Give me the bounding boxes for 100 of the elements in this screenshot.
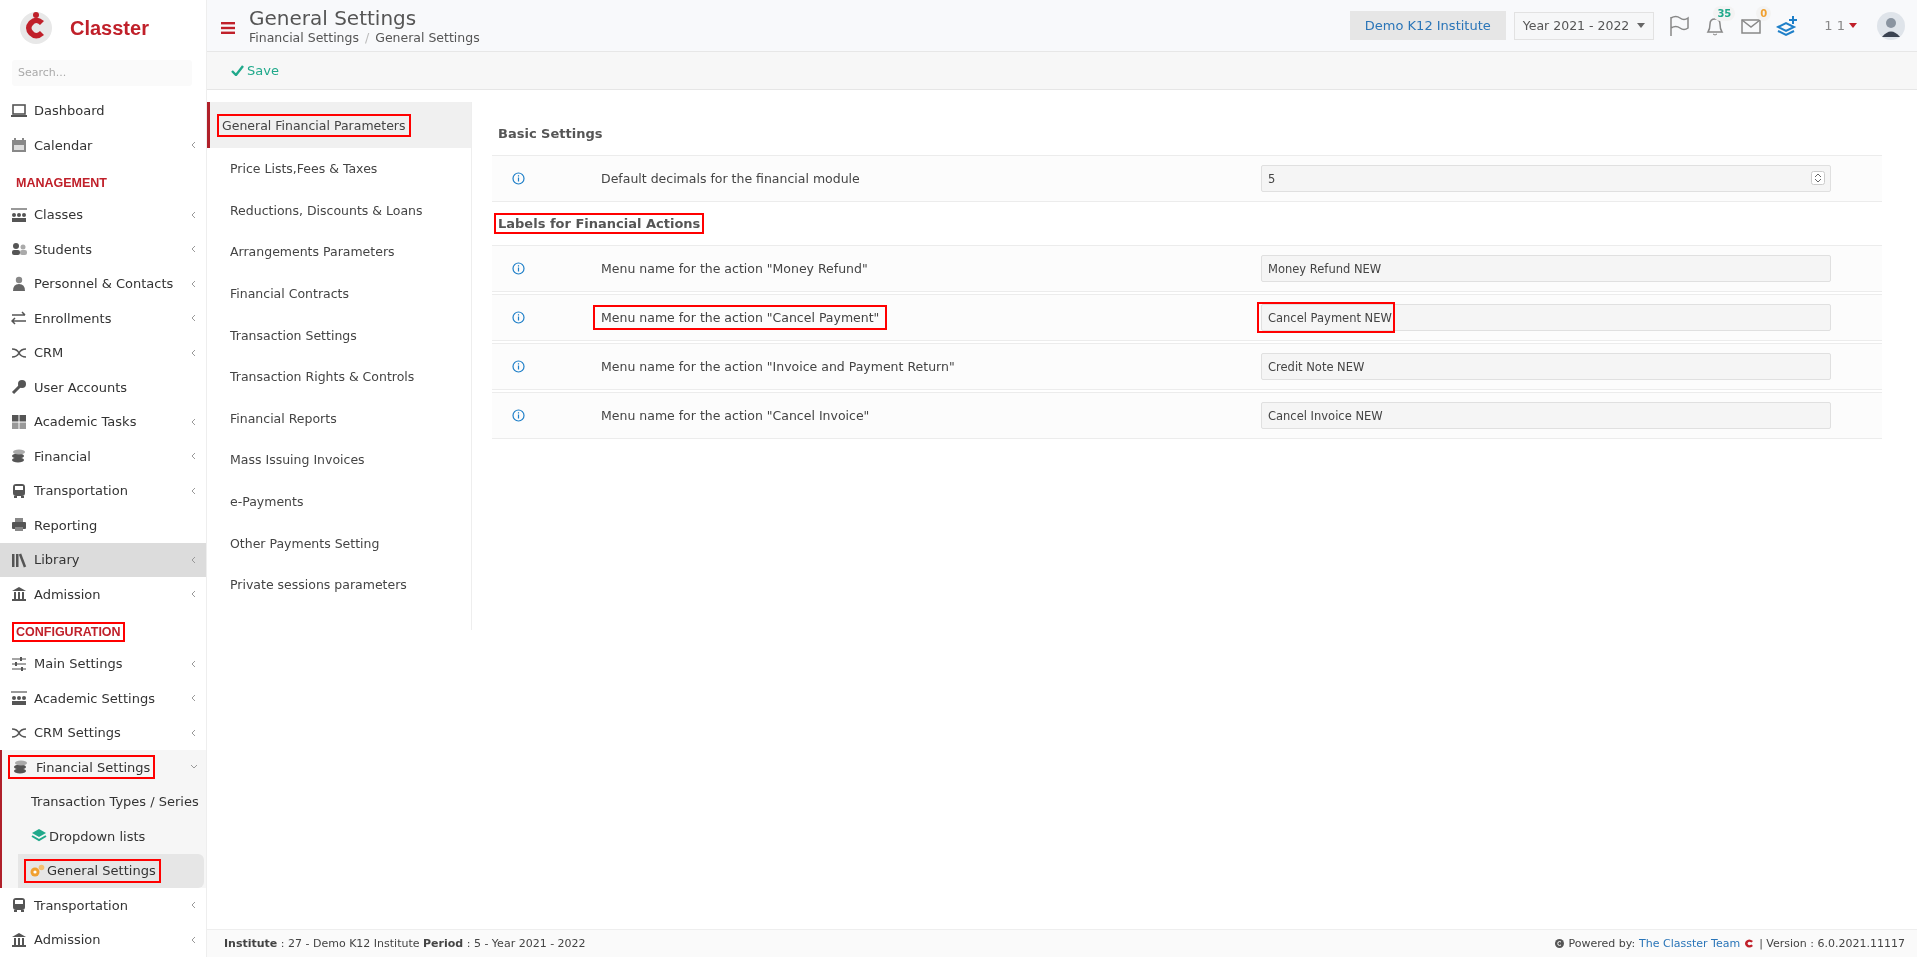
bus-icon xyxy=(11,482,27,499)
sidebar-item[interactable]: Transportation xyxy=(0,888,206,923)
sidebar-item[interactable]: CRM Settings xyxy=(0,715,206,750)
caret-icon xyxy=(1637,23,1646,28)
submenu-item[interactable]: Dropdown lists xyxy=(2,819,204,854)
number-field[interactable]: 5 xyxy=(1261,165,1831,192)
gears-icon xyxy=(29,862,45,879)
count-badge: 35 xyxy=(1713,5,1736,21)
menu-label: Private sessions parameters xyxy=(229,576,408,595)
settings-menu-item[interactable]: Transaction Settings xyxy=(207,314,471,356)
menu-label: Transportation xyxy=(34,897,128,913)
footer-info: Institute : 27 - Demo K12 Institute Period : 5 - Year 2021 - 2022 xyxy=(224,937,586,950)
settings-menu-item[interactable]: Reductions, Discounts & Loans xyxy=(207,189,471,232)
settings-menu-item[interactable]: Financial Contracts xyxy=(207,272,471,315)
menu-label: Mass Issuing Invoices xyxy=(229,451,366,470)
menu-label: Classes xyxy=(34,207,83,223)
brand-name: Classter xyxy=(70,16,149,40)
settings-menu-item[interactable]: Transaction Rights & Controls xyxy=(207,355,471,398)
logo-icon xyxy=(1744,938,1756,949)
exchange-icon xyxy=(11,310,27,327)
breadcrumb-item: General Settings xyxy=(375,30,480,45)
search-field[interactable]: Search... xyxy=(12,60,192,86)
text-field[interactable]: Credit Note NEW xyxy=(1261,353,1831,380)
sidebar-item[interactable]: Calendar xyxy=(0,128,206,163)
menu-label: Academic Settings xyxy=(34,690,155,706)
person-icon xyxy=(11,275,27,292)
text-field[interactable]: Cancel Payment NEW xyxy=(1261,304,1831,331)
printer-icon xyxy=(11,517,27,534)
menu-label: Dropdown lists xyxy=(49,828,146,844)
sidebar-item[interactable]: Personnel & Contacts xyxy=(0,266,206,301)
menu-label: User Accounts xyxy=(34,379,128,395)
menu-label: CRM Settings xyxy=(34,725,121,741)
sidebar-item[interactable]: Classes xyxy=(0,197,206,232)
books-icon xyxy=(11,551,27,568)
menu-label: Transaction Types / Series xyxy=(31,794,199,810)
team-link[interactable]: The Classter Team xyxy=(1639,937,1741,950)
menu-label: General Settings xyxy=(47,863,156,879)
bank-icon xyxy=(11,931,27,948)
section-title: Labels for Financial Actions xyxy=(494,213,705,234)
text-field[interactable]: Cancel Invoice NEW xyxy=(1261,402,1831,429)
submenu-item[interactable]: General Settings xyxy=(18,853,204,888)
bank-icon xyxy=(11,586,27,603)
menu-label: Reporting xyxy=(34,517,98,533)
sidebar-item[interactable]: Students xyxy=(0,232,206,267)
settings-menu-item[interactable]: Financial Reports xyxy=(207,397,471,440)
calendar-icon xyxy=(11,137,27,154)
settings-menu-item[interactable]: General Financial Parameters xyxy=(207,102,471,148)
breadcrumb-item[interactable]: Financial Settings xyxy=(249,30,359,45)
menu-icon xyxy=(221,21,235,34)
text-field[interactable]: Money Refund NEW xyxy=(1261,255,1831,282)
setting-label: Menu name for the action "Cancel Invoice" xyxy=(600,407,871,425)
submenu-item[interactable]: Transaction Types / Series xyxy=(2,784,204,819)
key-icon xyxy=(11,379,27,396)
settings-menu-item[interactable]: Private sessions parameters xyxy=(207,563,471,606)
sidebar-item[interactable]: Admission xyxy=(0,577,206,612)
settings-menu-item[interactable]: e-Payments xyxy=(207,480,471,523)
menu-label: e-Payments xyxy=(229,493,305,512)
menu-label: Financial xyxy=(34,448,91,464)
sidebar-item[interactable]: Academic Settings xyxy=(0,681,206,716)
menu-label: General Financial Parameters xyxy=(217,113,411,137)
spinner-icon xyxy=(1811,171,1825,185)
year-dropdown[interactable]: Year 2021 - 2022 xyxy=(1513,11,1655,40)
version-label: | Version : 6.0.2021.11117 xyxy=(1759,937,1905,950)
sidebar-item[interactable]: Academic Tasks xyxy=(0,404,206,439)
menu-label: Calendar xyxy=(34,137,93,153)
menu-label: Transportation xyxy=(34,483,128,499)
menu-label: Enrollments xyxy=(34,310,112,326)
settings-menu-item[interactable]: Price Lists,Fees & Taxes xyxy=(207,148,471,190)
menu-label: Financial Reports xyxy=(229,409,338,428)
info-icon xyxy=(512,409,525,422)
menu-label: Transaction Settings xyxy=(229,326,358,345)
sidebar-item[interactable]: User Accounts xyxy=(0,370,206,405)
menu-label: Transaction Rights & Controls xyxy=(229,368,416,387)
menu-label: Admission xyxy=(34,932,101,948)
menu-label: CRM xyxy=(34,345,64,361)
menu-label: Reductions, Discounts & Loans xyxy=(229,201,424,220)
sidebar-item[interactable]: Library xyxy=(0,542,206,577)
institute-button[interactable]: Demo K12 Institute xyxy=(1349,11,1506,40)
sidebar-item[interactable]: Financial xyxy=(0,439,206,474)
info-icon xyxy=(512,311,525,324)
settings-menu-item[interactable]: Other Payments Setting xyxy=(207,522,471,564)
sidebar-item[interactable]: Dashboard xyxy=(0,93,206,128)
logo-icon xyxy=(18,10,54,46)
menu-label: Students xyxy=(34,241,92,257)
section-heading: CONFIGURATION xyxy=(12,621,125,642)
menu-label: Main Settings xyxy=(34,656,123,672)
menu-label: Financial Contracts xyxy=(229,285,350,304)
settings-menu-item[interactable]: Arrangements Parameters xyxy=(207,231,471,273)
setting-label: Default decimals for the financial module xyxy=(600,170,861,188)
info-icon xyxy=(512,262,525,275)
sidebar-item[interactable]: Admission xyxy=(0,922,206,957)
sidebar-item[interactable]: Main Settings xyxy=(0,646,206,681)
info-icon xyxy=(512,172,525,185)
sidebar-item[interactable]: Transportation xyxy=(0,473,206,508)
sidebar-item[interactable]: Reporting xyxy=(0,508,206,543)
menu-label: Personnel & Contacts xyxy=(34,276,174,292)
sidebar-item[interactable]: Enrollments xyxy=(0,301,206,336)
section-heading: MANAGEMENT xyxy=(15,174,108,192)
sidebar-item[interactable]: CRM xyxy=(0,335,206,370)
settings-menu-item[interactable]: Mass Issuing Invoices xyxy=(207,439,471,481)
